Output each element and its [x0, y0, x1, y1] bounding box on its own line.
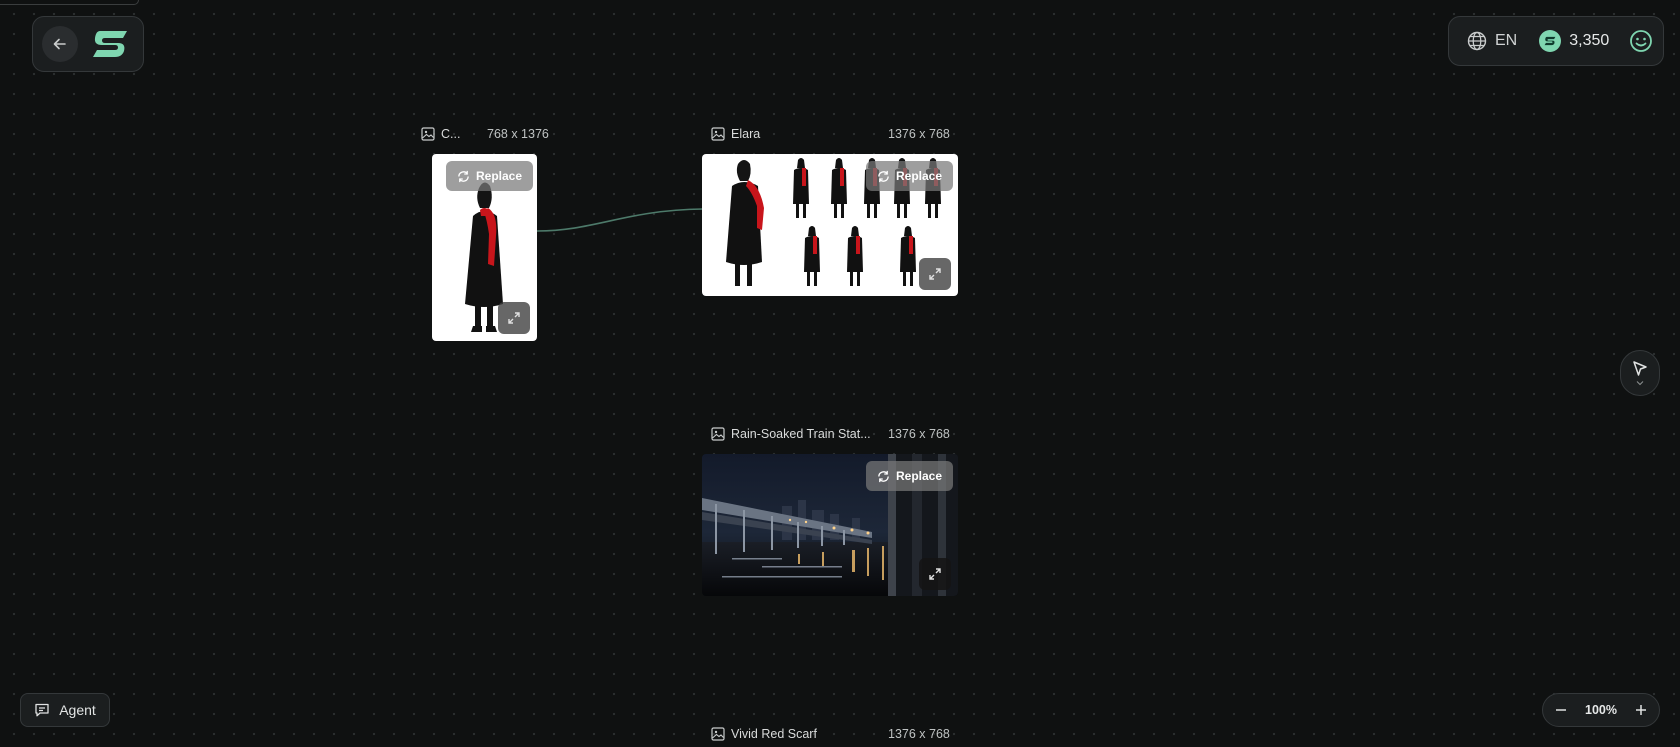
expand-icon: [508, 312, 520, 324]
language-label: EN: [1495, 32, 1518, 49]
node-dimensions: 1376 x 768: [888, 427, 950, 441]
node-header-3: Rain-Soaked Train Stat...: [711, 427, 871, 441]
logo-panel: [32, 16, 144, 72]
back-button[interactable]: [42, 26, 78, 62]
node-title: C...: [441, 127, 461, 141]
zoom-controls: 100%: [1542, 693, 1660, 727]
node-header-2: Elara: [711, 127, 760, 141]
image-card-character[interactable]: Replace: [432, 154, 537, 341]
node-dimensions: 1376 x 768: [888, 727, 950, 741]
node-dimensions: 1376 x 768: [888, 127, 950, 141]
chevron-down-icon: [1636, 381, 1644, 386]
agent-label: Agent: [59, 702, 96, 718]
credits-display: 3,350: [1539, 30, 1609, 52]
language-selector[interactable]: EN: [1467, 31, 1517, 51]
replace-button[interactable]: Replace: [866, 161, 954, 191]
node-dimensions: 768 x 1376: [487, 127, 549, 141]
expand-button[interactable]: [919, 258, 951, 290]
chat-icon: [35, 703, 49, 717]
image-icon: [421, 127, 435, 141]
zoom-level: 100%: [1585, 703, 1617, 717]
expand-icon: [929, 568, 941, 580]
node-title: Rain-Soaked Train Stat...: [731, 427, 871, 441]
arrow-left-icon: [53, 38, 66, 50]
image-card-elara[interactable]: Replace: [702, 154, 958, 296]
tool-selector[interactable]: [1620, 350, 1660, 396]
expand-icon: [929, 268, 941, 280]
replace-button[interactable]: Replace: [446, 161, 534, 191]
replace-label: Replace: [896, 469, 943, 483]
minus-icon: [1556, 709, 1566, 711]
image-icon: [711, 727, 725, 741]
image-icon: [711, 427, 725, 441]
globe-icon: [1467, 31, 1487, 51]
app-logo[interactable]: [90, 28, 130, 60]
refresh-icon: [878, 170, 889, 182]
replace-label: Replace: [476, 169, 523, 183]
plus-icon: [1635, 705, 1646, 715]
zoom-out-button[interactable]: [1555, 704, 1567, 716]
top-edge-tab: [0, 0, 139, 5]
credits-count: 3,350: [1569, 32, 1610, 49]
logo-icon: [93, 31, 127, 57]
coin-icon: [1539, 30, 1562, 52]
node-header-4: Vivid Red Scarf: [711, 727, 817, 741]
replace-label: Replace: [896, 169, 943, 183]
replace-button[interactable]: Replace: [866, 461, 954, 491]
image-card-train-station[interactable]: Replace: [702, 454, 958, 596]
node-header-1: C...: [421, 127, 460, 141]
node-title: Elara: [731, 127, 761, 141]
image-icon: [711, 127, 725, 141]
refresh-icon: [458, 170, 469, 182]
agent-button[interactable]: Agent: [20, 693, 110, 727]
node-connection: [536, 208, 704, 232]
expand-button[interactable]: [919, 558, 951, 590]
zoom-in-button[interactable]: [1635, 704, 1647, 716]
expand-button[interactable]: [498, 302, 530, 334]
profile-button[interactable]: [1629, 29, 1653, 53]
header-controls: EN 3,350: [1448, 16, 1664, 66]
smiley-icon: [1630, 30, 1653, 52]
node-title: Vivid Red Scarf: [731, 727, 817, 741]
refresh-icon: [878, 470, 889, 482]
cursor-icon: [1633, 361, 1647, 376]
